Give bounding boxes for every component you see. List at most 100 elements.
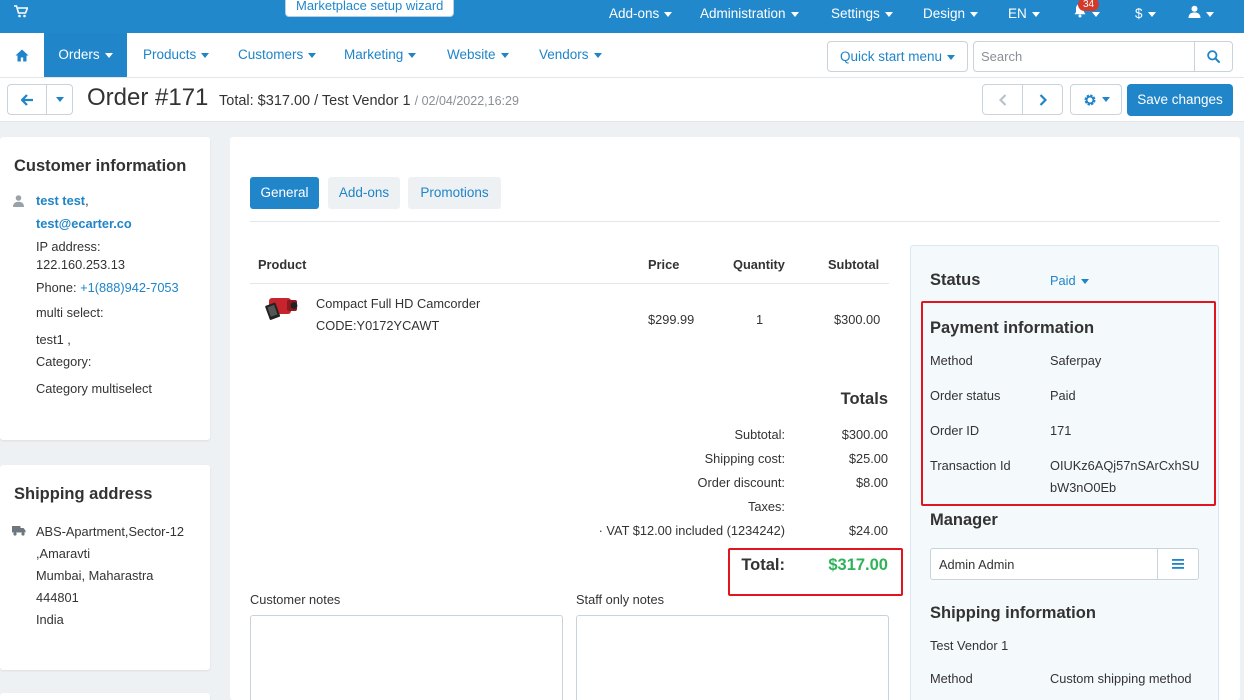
tab-addons[interactable]: Add-ons <box>328 177 400 209</box>
status-dropdown[interactable]: Paid <box>1050 273 1089 288</box>
product-price: $299.99 <box>648 312 695 327</box>
multi-select-label: multi select: <box>36 305 104 320</box>
staff-notes-label: Staff only notes <box>576 592 664 607</box>
person-icon <box>13 195 24 210</box>
table-header-divider <box>250 283 889 284</box>
customer-name-link[interactable]: test test <box>36 193 85 208</box>
address-line-2: ,Amaravti <box>36 546 91 561</box>
shipping-cost-value: $25.00 <box>848 451 888 466</box>
setup-wizard-button[interactable]: Marketplace setup wizard <box>285 0 455 17</box>
nav-marketing[interactable]: Marketing <box>344 33 417 77</box>
customer-notes-label: Customer notes <box>250 592 341 607</box>
nav-vendors-label: Vendors <box>539 47 589 62</box>
col-quantity: Quantity <box>733 257 785 272</box>
subtotal-label: Subtotal: <box>734 427 785 442</box>
home-icon[interactable] <box>0 33 44 77</box>
menu-addons[interactable]: Add-ons <box>609 0 673 33</box>
menu-design[interactable]: Design <box>923 0 979 33</box>
shipping-address-heading: Shipping address <box>14 485 153 503</box>
nav-products[interactable]: Products <box>143 33 210 77</box>
tab-general[interactable]: General <box>250 177 319 209</box>
payment-highlight-box <box>921 301 1216 506</box>
status-heading: Status <box>930 271 981 289</box>
subtotal-value: $300.00 <box>841 427 888 442</box>
vat-value: $24.00 <box>848 523 888 538</box>
product-thumbnail[interactable] <box>263 291 301 328</box>
address-line-3: Mumbai, Maharastra <box>36 568 154 583</box>
customer-email-link[interactable]: test@ecarter.co <box>36 216 132 231</box>
order-total-vendor: Total: $317.00 / Test Vendor 1 <box>219 93 411 109</box>
menu-language[interactable]: EN <box>1008 0 1040 33</box>
nav-website-label: Website <box>447 47 496 62</box>
shipping-vendor: Test Vendor 1 <box>930 638 1009 653</box>
nav-orders[interactable]: Orders <box>44 33 127 77</box>
multi-select-value: test1 , <box>36 332 71 347</box>
customer-name-line: test test, <box>36 193 89 208</box>
col-product: Product <box>258 257 307 272</box>
vat-label: · VAT $12.00 included (1234242) <box>598 523 785 538</box>
menu-settings-label: Settings <box>831 6 880 21</box>
ip-value: 122.160.253.13 <box>36 257 125 272</box>
order-discount-value: $8.00 <box>855 475 888 490</box>
notification-badge: 34 <box>1078 0 1100 11</box>
shipping-cost-label: Shipping cost: <box>704 451 785 466</box>
tabs-divider <box>250 221 1220 222</box>
quick-start-menu-button[interactable]: Quick start menu <box>827 41 968 72</box>
nav-customers[interactable]: Customers <box>238 33 317 77</box>
category-label: Category: <box>36 354 92 369</box>
staff-notes-field[interactable] <box>576 615 889 700</box>
shipping-method-value: Custom shipping method <box>1050 671 1192 686</box>
address-line-5: India <box>36 612 64 627</box>
order-main-panel: General Add-ons Promotions Product Price… <box>230 137 1240 700</box>
total-highlight-box <box>728 548 903 596</box>
menu-administration[interactable]: Administration <box>700 0 799 33</box>
manager-heading: Manager <box>930 511 998 529</box>
nav-website[interactable]: Website <box>447 33 509 77</box>
product-code: CODE:Y0172YCAWT <box>316 318 440 333</box>
menu-design-label: Design <box>923 6 966 21</box>
phone-label: Phone: <box>36 280 77 295</box>
search-icon[interactable] <box>1194 41 1233 72</box>
address-line-1: ABS-Apartment,Sector-12 <box>36 524 184 539</box>
phone-line: Phone: +1(888)942-7053 <box>36 280 179 295</box>
product-quantity: 1 <box>756 312 764 327</box>
user-icon[interactable] <box>1188 0 1214 33</box>
ip-label: IP address: <box>36 239 101 254</box>
col-price: Price <box>648 257 680 272</box>
manager-value: Admin Admin <box>939 557 1015 572</box>
category-value: Category multiselect <box>36 381 152 396</box>
menu-language-label: EN <box>1008 6 1027 21</box>
tab-promotions[interactable]: Promotions <box>408 177 501 209</box>
taxes-label: Taxes: <box>748 499 785 514</box>
page-title: Order #171 <box>87 84 209 111</box>
customer-info-heading: Customer information <box>14 157 187 175</box>
next-card <box>0 693 210 700</box>
order-date: / 02/04/2022,16:29 <box>414 94 519 108</box>
list-icon[interactable] <box>1157 549 1198 579</box>
nav-orders-label: Orders <box>58 47 100 62</box>
customer-info-card: Customer information test test, test@eca… <box>0 137 210 440</box>
previous-order-chevron-icon[interactable] <box>982 84 1023 115</box>
col-subtotal: Subtotal <box>828 257 880 272</box>
shipping-info-heading: Shipping information <box>930 604 1096 622</box>
customer-notes-field[interactable] <box>250 615 563 700</box>
cart-icon[interactable] <box>14 0 29 33</box>
next-order-chevron-icon[interactable] <box>1022 84 1063 115</box>
save-changes-button[interactable]: Save changes <box>1127 84 1233 116</box>
manager-select[interactable]: Admin Admin <box>930 548 1199 580</box>
menu-settings[interactable]: Settings <box>831 0 893 33</box>
search-input[interactable] <box>973 41 1195 72</box>
top-bar: Marketplace setup wizard Add-ons Adminis… <box>0 0 1244 33</box>
nav-vendors[interactable]: Vendors <box>539 33 602 77</box>
order-summary: Total: $317.00 / Test Vendor 1 / 02/04/2… <box>219 93 519 109</box>
gear-icon[interactable] <box>1070 84 1122 115</box>
back-arrow-icon[interactable] <box>7 84 47 115</box>
product-name-link[interactable]: Compact Full HD Camcorder <box>316 296 480 311</box>
back-dropdown-chevron-icon[interactable] <box>46 84 73 115</box>
status-value: Paid <box>1050 273 1076 288</box>
quick-start-label: Quick start menu <box>839 49 943 64</box>
product-subtotal: $300.00 <box>834 312 881 327</box>
phone-link[interactable]: +1(888)942-7053 <box>80 280 179 295</box>
order-title-bar: Order #171 Total: $317.00 / Test Vendor … <box>0 78 1244 122</box>
menu-currency[interactable]: $ <box>1135 0 1156 33</box>
